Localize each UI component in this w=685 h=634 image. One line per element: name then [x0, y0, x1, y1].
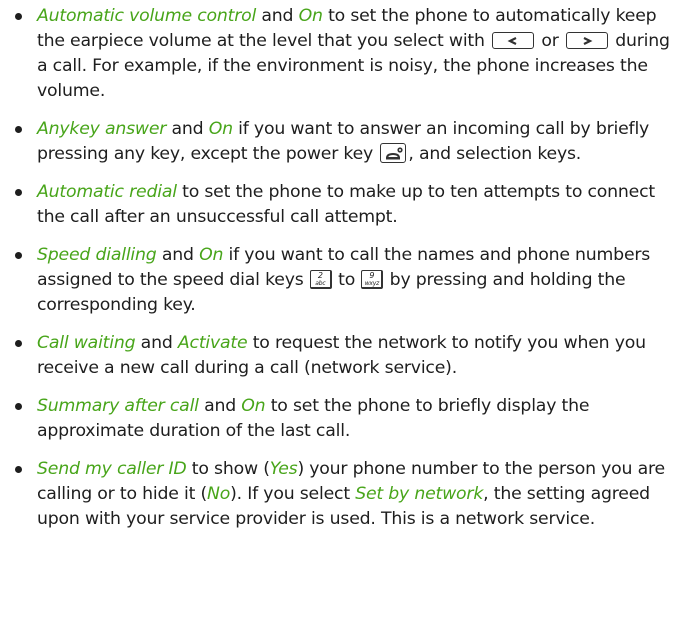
- body-text: to: [332, 270, 361, 290]
- option-value: On: [208, 119, 233, 139]
- power-end-key-icon: [380, 143, 407, 163]
- option-value: On: [241, 396, 266, 416]
- option-name: Automatic redial: [37, 182, 177, 202]
- list-item-speed-dialling: Speed dialling and On if you want to cal…: [13, 243, 675, 318]
- number-key-9-icon: 9 wxyz: [361, 270, 384, 289]
- bullet-icon: [15, 340, 22, 347]
- option-name: Anykey answer: [37, 119, 167, 139]
- bullet-icon: [15, 13, 22, 20]
- right-arrow-key-icon: [565, 32, 608, 49]
- key-digit: 2: [317, 271, 323, 280]
- option-value: Activate: [177, 333, 248, 353]
- bullet-icon: [15, 252, 22, 259]
- list-item-summary-after-call: Summary after call and On to set the pho…: [13, 394, 675, 444]
- body-text: to show (: [186, 459, 270, 479]
- bullet-icon: [15, 403, 22, 410]
- number-key-2-icon: 2 abc: [309, 270, 332, 289]
- list-item-automatic-redial: Automatic redial to set the phone to mak…: [13, 180, 675, 230]
- body-text: ). If you select: [230, 484, 356, 504]
- bullet-icon: [15, 189, 22, 196]
- bullet-icon: [15, 466, 22, 473]
- body-text: , and selection keys.: [408, 144, 582, 164]
- option-value: On: [298, 6, 323, 26]
- option-name: Call waiting: [37, 333, 136, 353]
- body-text: and: [135, 333, 178, 353]
- option-value: No: [207, 484, 231, 504]
- list-item-call-waiting: Call waiting and Activate to request the…: [13, 331, 675, 381]
- settings-list: Automatic volume control and On to set t…: [13, 4, 675, 532]
- option-name: Speed dialling: [37, 245, 157, 265]
- left-arrow-key-icon: [492, 32, 535, 49]
- bullet-icon: [15, 126, 22, 133]
- body-text: and: [256, 6, 299, 26]
- body-text: or: [536, 31, 564, 51]
- option-value: Set by network: [355, 484, 484, 504]
- body-text: and: [156, 245, 200, 265]
- body-text: and: [198, 396, 242, 416]
- option-name: Send my caller ID: [37, 459, 187, 479]
- key-letters: wxyz: [364, 280, 380, 287]
- list-item-automatic-volume-control: Automatic volume control and On to set t…: [13, 4, 675, 104]
- key-digit: 9: [369, 271, 375, 280]
- option-value: Yes: [269, 459, 298, 479]
- option-name: Summary after call: [37, 396, 199, 416]
- option-name: Automatic volume control: [37, 6, 257, 26]
- document-page: Automatic volume control and On to set t…: [0, 0, 685, 532]
- option-value: On: [199, 245, 224, 265]
- list-item-send-my-caller-id: Send my caller ID to show (Yes) your pho…: [13, 457, 675, 532]
- list-item-anykey-answer: Anykey answer and On if you want to answ…: [13, 117, 675, 167]
- key-letters: abc: [315, 280, 326, 287]
- body-text: and: [166, 119, 209, 139]
